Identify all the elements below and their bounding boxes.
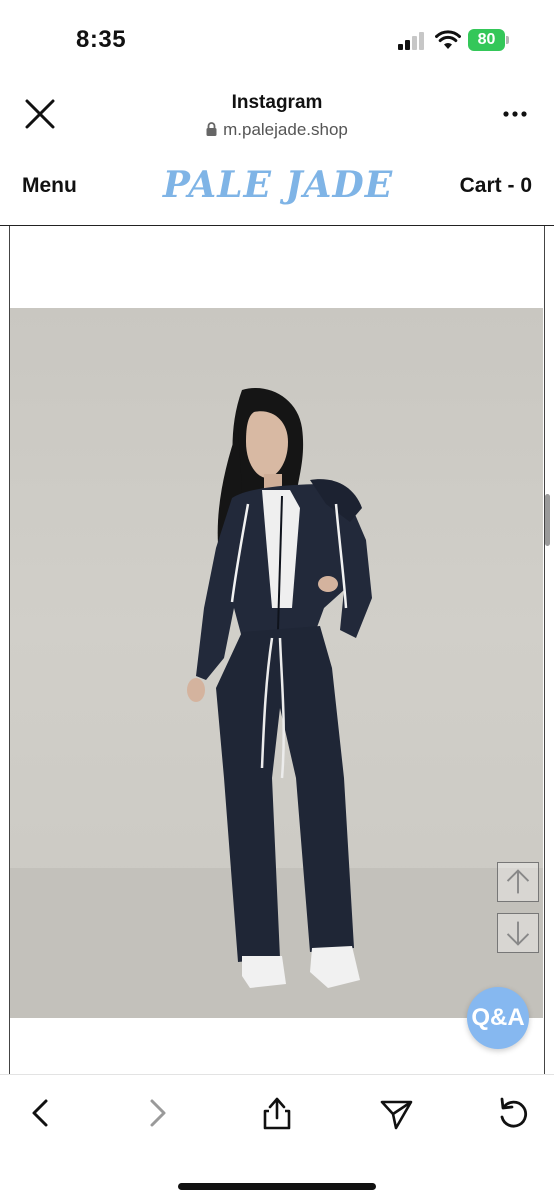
cart-button[interactable]: Cart - 0 xyxy=(460,174,532,198)
chevron-left-icon[interactable] xyxy=(20,1093,60,1133)
browser-title: Instagram xyxy=(231,92,323,113)
model-illustration xyxy=(10,387,543,1018)
home-indicator xyxy=(178,1183,376,1190)
page-scrollbar[interactable] xyxy=(545,494,550,546)
battery-level: 80 xyxy=(477,31,496,48)
status-bar: 8:35 80 xyxy=(0,0,554,80)
page-content xyxy=(9,226,545,1074)
lock-icon xyxy=(206,122,217,136)
chevron-right-icon[interactable] xyxy=(138,1093,178,1133)
menu-button[interactable]: Menu xyxy=(22,174,77,198)
battery-indicator: 80 xyxy=(468,29,510,53)
cellular-signal-icon xyxy=(398,32,424,50)
site-logo[interactable]: PALE JADE xyxy=(150,164,406,206)
arrow-down-icon[interactable] xyxy=(497,913,539,953)
send-icon[interactable] xyxy=(376,1093,416,1133)
site-nav: Menu PALE JADE Cart - 0 xyxy=(0,150,554,226)
url-text: m.palejade.shop xyxy=(223,120,348,139)
status-time: 8:35 xyxy=(76,26,127,53)
arrow-up-icon[interactable] xyxy=(497,862,539,902)
qa-button[interactable]: Q&A xyxy=(467,987,529,1049)
browser-url[interactable]: m.palejade.shop xyxy=(0,120,554,140)
browser-header: Instagram m.palejade.shop xyxy=(0,80,554,150)
wifi-icon xyxy=(435,30,461,49)
reload-icon[interactable] xyxy=(494,1093,534,1133)
battery-tip xyxy=(506,36,509,44)
share-icon[interactable] xyxy=(257,1093,297,1133)
product-image[interactable] xyxy=(10,308,543,1018)
bottom-toolbar xyxy=(0,1074,554,1200)
more-icon[interactable] xyxy=(498,102,532,126)
